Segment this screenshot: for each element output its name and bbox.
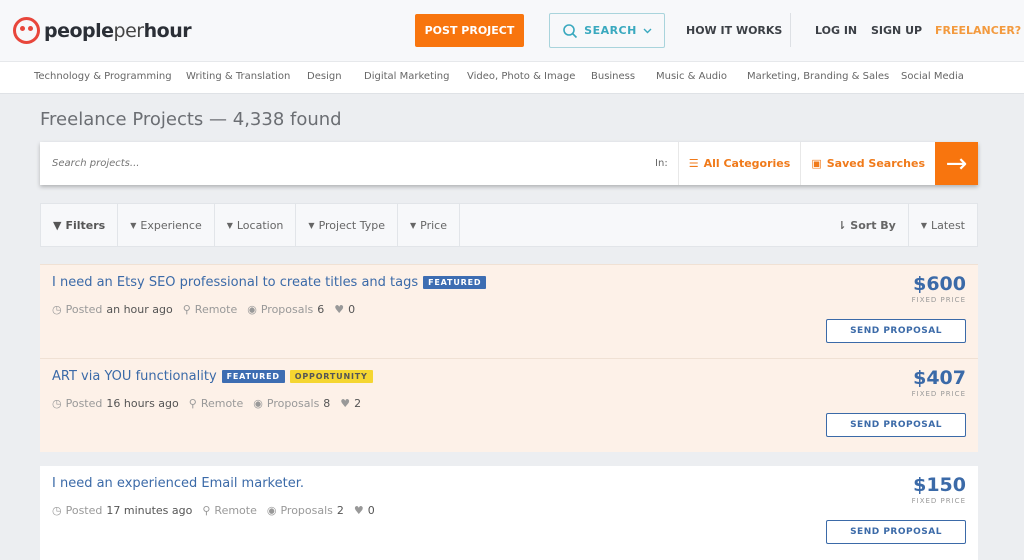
project-card: I need an experienced Email marketer. ◷ P… (40, 466, 978, 560)
log-in-link[interactable]: LOG IN (815, 24, 857, 37)
filter-bar: ▼ Filters ▼ Experience ▼ Location ▼ Project … (40, 203, 978, 247)
heart-icon[interactable]: ♥ (334, 303, 344, 316)
divider (790, 13, 791, 47)
logo-face-icon (13, 17, 40, 44)
category-digital-marketing[interactable]: Digital Marketing (364, 71, 449, 82)
clock-icon: ◷ (52, 504, 62, 517)
search-input[interactable] (40, 158, 656, 169)
price: $600 (913, 273, 966, 295)
send-proposal-button[interactable]: SEND PROPOSAL (826, 319, 966, 343)
category-design[interactable]: Design (307, 71, 342, 82)
sort-select[interactable]: ▼ Latest (909, 204, 977, 246)
category-music[interactable]: Music & Audio (656, 71, 727, 82)
proposals-icon: ◉ (247, 303, 257, 316)
featured-badge: FEATURED (221, 370, 285, 383)
location-pin-icon: ⚲ (182, 303, 191, 316)
featured-badge: FEATURED (423, 276, 487, 289)
clock-icon: ◷ (52, 303, 62, 316)
sign-up-link[interactable]: SIGN UP (871, 24, 922, 37)
price-type: FIXED PRICE (911, 497, 966, 505)
location-filter[interactable]: ▼ Location (215, 204, 297, 246)
project-title-link[interactable]: ART via YOU functionality (52, 369, 217, 384)
search-submit-button[interactable]: → (935, 142, 978, 185)
category-business[interactable]: Business (591, 71, 635, 82)
search-icon (563, 23, 578, 38)
price: $407 (913, 367, 966, 389)
caret-down-icon: ▼ (226, 220, 233, 230)
category-video[interactable]: Video, Photo & Image (467, 71, 575, 82)
all-categories-button[interactable]: ☰ All Categories (677, 142, 801, 185)
caret-down-icon: ▼ (308, 220, 315, 230)
post-project-button[interactable]: POST PROJECT (415, 14, 524, 47)
price-type: FIXED PRICE (911, 390, 966, 398)
arrow-right-icon: → (945, 148, 968, 179)
caret-down-icon: ▼ (409, 220, 417, 230)
proposals-icon: ◉ (266, 504, 277, 517)
page-title: Freelance Projects — 4,338 found (40, 109, 342, 130)
chevron-down-icon (643, 28, 652, 33)
location-pin-icon: ⚲ (202, 504, 211, 517)
project-card: ART via YOU functionality FEATURED OPPORTU… (40, 358, 978, 452)
top-header: peopleperhour POST PROJECT SEARCH HOW IT… (0, 0, 1024, 62)
price: $150 (913, 474, 966, 496)
saved-searches-button[interactable]: ▣ Saved Searches (800, 142, 935, 185)
sort-by-label: ⇂ Sort By (825, 204, 909, 246)
project-title-link[interactable]: I need an experienced Email marketer. (52, 476, 304, 491)
proposals-icon: ◉ (253, 397, 263, 410)
project-title-link[interactable]: I need an Etsy SEO professional to creat… (52, 275, 418, 290)
search-bar: In: ☰All Categories ▣Saved Searches → (40, 142, 978, 185)
price-filter[interactable]: ▼ Price (398, 204, 460, 246)
category-social-media[interactable]: Social Media (901, 71, 964, 82)
category-nav: Technology & Programming Writing & Trans… (0, 62, 1024, 94)
send-proposal-button[interactable]: SEND PROPOSAL (826, 520, 966, 544)
list-icon: ☰ (688, 157, 699, 170)
search-dropdown-button[interactable]: SEARCH (549, 13, 665, 48)
how-it-works-link[interactable]: HOW IT WORKS (686, 24, 782, 37)
project-card: I need an Etsy SEO professional to creat… (40, 264, 978, 358)
calendar-icon: ▣ (811, 157, 822, 170)
filter-icon: ▼ (53, 218, 62, 232)
freelancer-link[interactable]: FREELANCER? (935, 24, 1021, 37)
caret-down-icon: ▼ (920, 220, 927, 230)
sort-icon: ⇂ (837, 218, 847, 232)
category-marketing-branding[interactable]: Marketing, Branding & Sales (747, 71, 889, 82)
caret-down-icon: ▼ (130, 220, 137, 230)
location-pin-icon: ⚲ (188, 397, 197, 410)
heart-icon[interactable]: ♥ (354, 504, 364, 517)
filters-button[interactable]: ▼ Filters (41, 204, 119, 246)
logo[interactable]: peopleperhour (13, 17, 192, 44)
send-proposal-button[interactable]: SEND PROPOSAL (826, 413, 966, 437)
price-type: FIXED PRICE (911, 296, 966, 304)
category-writing[interactable]: Writing & Translation (186, 71, 290, 82)
heart-icon[interactable]: ♥ (340, 397, 350, 410)
clock-icon: ◷ (52, 397, 62, 410)
category-technology[interactable]: Technology & Programming (34, 71, 172, 82)
project-type-filter[interactable]: ▼ Project Type (296, 204, 398, 246)
opportunity-badge: OPPORTUNITY (289, 370, 373, 383)
in-label: In: (655, 158, 668, 169)
experience-filter[interactable]: ▼ Experience (118, 204, 215, 246)
